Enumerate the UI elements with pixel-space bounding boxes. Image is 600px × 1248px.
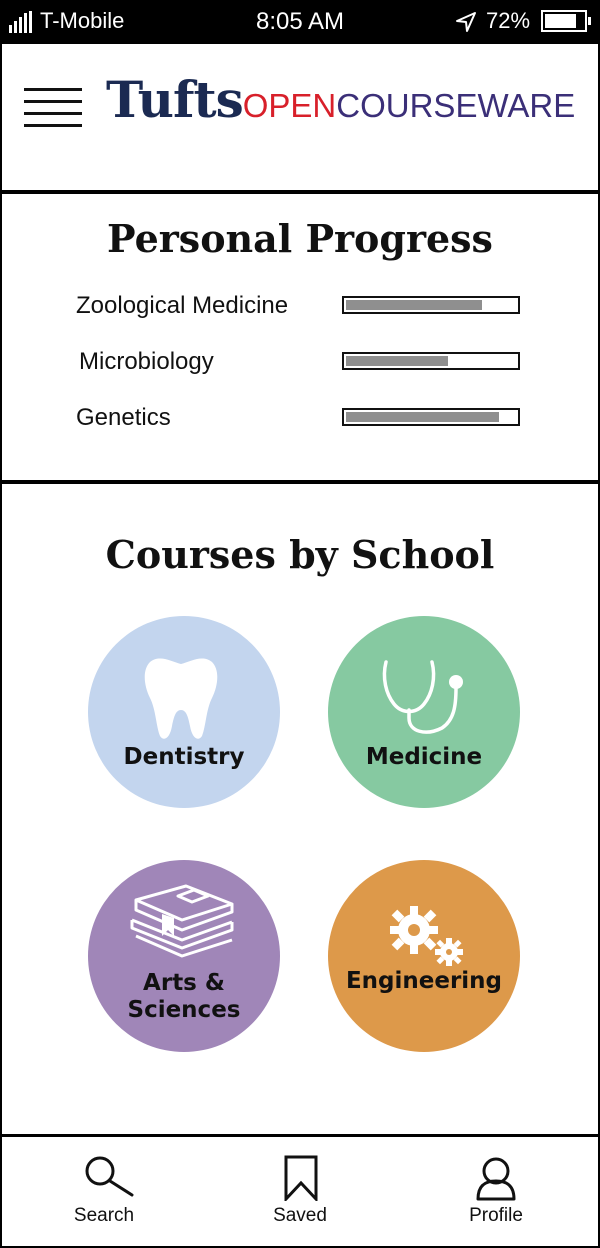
nav-label: Saved bbox=[273, 1205, 327, 1226]
progress-fill bbox=[346, 300, 482, 310]
school-arts-sciences-button[interactable]: Arts & Sciences bbox=[88, 860, 280, 1052]
nav-label: Profile bbox=[469, 1205, 523, 1226]
school-label: Dentistry bbox=[123, 744, 245, 770]
school-label: Arts & Sciences bbox=[88, 970, 280, 1024]
course-name: Zoological Medicine bbox=[76, 292, 289, 319]
progress-row[interactable]: Microbiology bbox=[2, 346, 598, 386]
gears-icon bbox=[390, 906, 463, 966]
school-label: Engineering bbox=[345, 968, 503, 994]
status-bar: T-Mobile 8:05 AM 72% bbox=[0, 0, 600, 44]
tooth-icon bbox=[144, 658, 218, 739]
hamburger-icon[interactable] bbox=[24, 88, 82, 128]
section-title: Personal Progress bbox=[107, 216, 493, 261]
progress-fill bbox=[346, 356, 448, 366]
progress-fill bbox=[346, 412, 499, 422]
school-label-line1: Arts & bbox=[143, 970, 225, 996]
courses-by-school-section: Courses by School Dentistry Medicine Art… bbox=[2, 484, 598, 1134]
progress-row[interactable]: Genetics bbox=[2, 402, 598, 442]
progress-bar bbox=[342, 408, 520, 426]
profile-icon bbox=[476, 1157, 516, 1201]
progress-bar bbox=[342, 352, 520, 370]
personal-progress-section: Personal Progress Zoological Medicine Mi… bbox=[2, 194, 598, 480]
battery-icon bbox=[541, 10, 591, 32]
nav-profile-button[interactable]: Profile bbox=[436, 1137, 556, 1246]
battery-percent: 72% bbox=[486, 8, 531, 33]
bottom-nav: Search Saved Profile bbox=[2, 1137, 598, 1246]
nav-label: Search bbox=[73, 1205, 135, 1226]
brand-tufts: Tufts bbox=[106, 70, 244, 129]
school-label: Medicine bbox=[365, 744, 483, 770]
course-name: Microbiology bbox=[79, 348, 214, 375]
school-dentistry-button[interactable]: Dentistry bbox=[88, 616, 280, 808]
search-icon bbox=[85, 1156, 134, 1197]
school-medicine-button[interactable]: Medicine bbox=[328, 616, 520, 808]
progress-bar bbox=[342, 296, 520, 314]
nav-saved-button[interactable]: Saved bbox=[240, 1137, 360, 1246]
app-header: TuftsOPENCOURSEWARE bbox=[2, 44, 598, 190]
progress-row[interactable]: Zoological Medicine bbox=[2, 290, 598, 330]
nav-search-button[interactable]: Search bbox=[44, 1137, 164, 1246]
location-arrow-icon bbox=[456, 12, 476, 32]
section-title: Courses by School bbox=[105, 532, 495, 577]
school-label-line2: Sciences bbox=[127, 997, 241, 1023]
brand-open: OPEN bbox=[242, 87, 337, 124]
brand-courseware: COURSEWARE bbox=[336, 87, 576, 124]
phone-frame: T-Mobile 8:05 AM 72% TuftsOPENCOURSEWARE… bbox=[0, 0, 600, 1248]
stethoscope-icon bbox=[382, 660, 463, 734]
books-icon bbox=[130, 884, 234, 958]
course-name: Genetics bbox=[76, 404, 171, 431]
school-engineering-button[interactable]: Engineering bbox=[328, 860, 520, 1052]
bookmark-icon bbox=[284, 1155, 318, 1201]
brand-logo: TuftsOPENCOURSEWARE bbox=[106, 70, 575, 129]
